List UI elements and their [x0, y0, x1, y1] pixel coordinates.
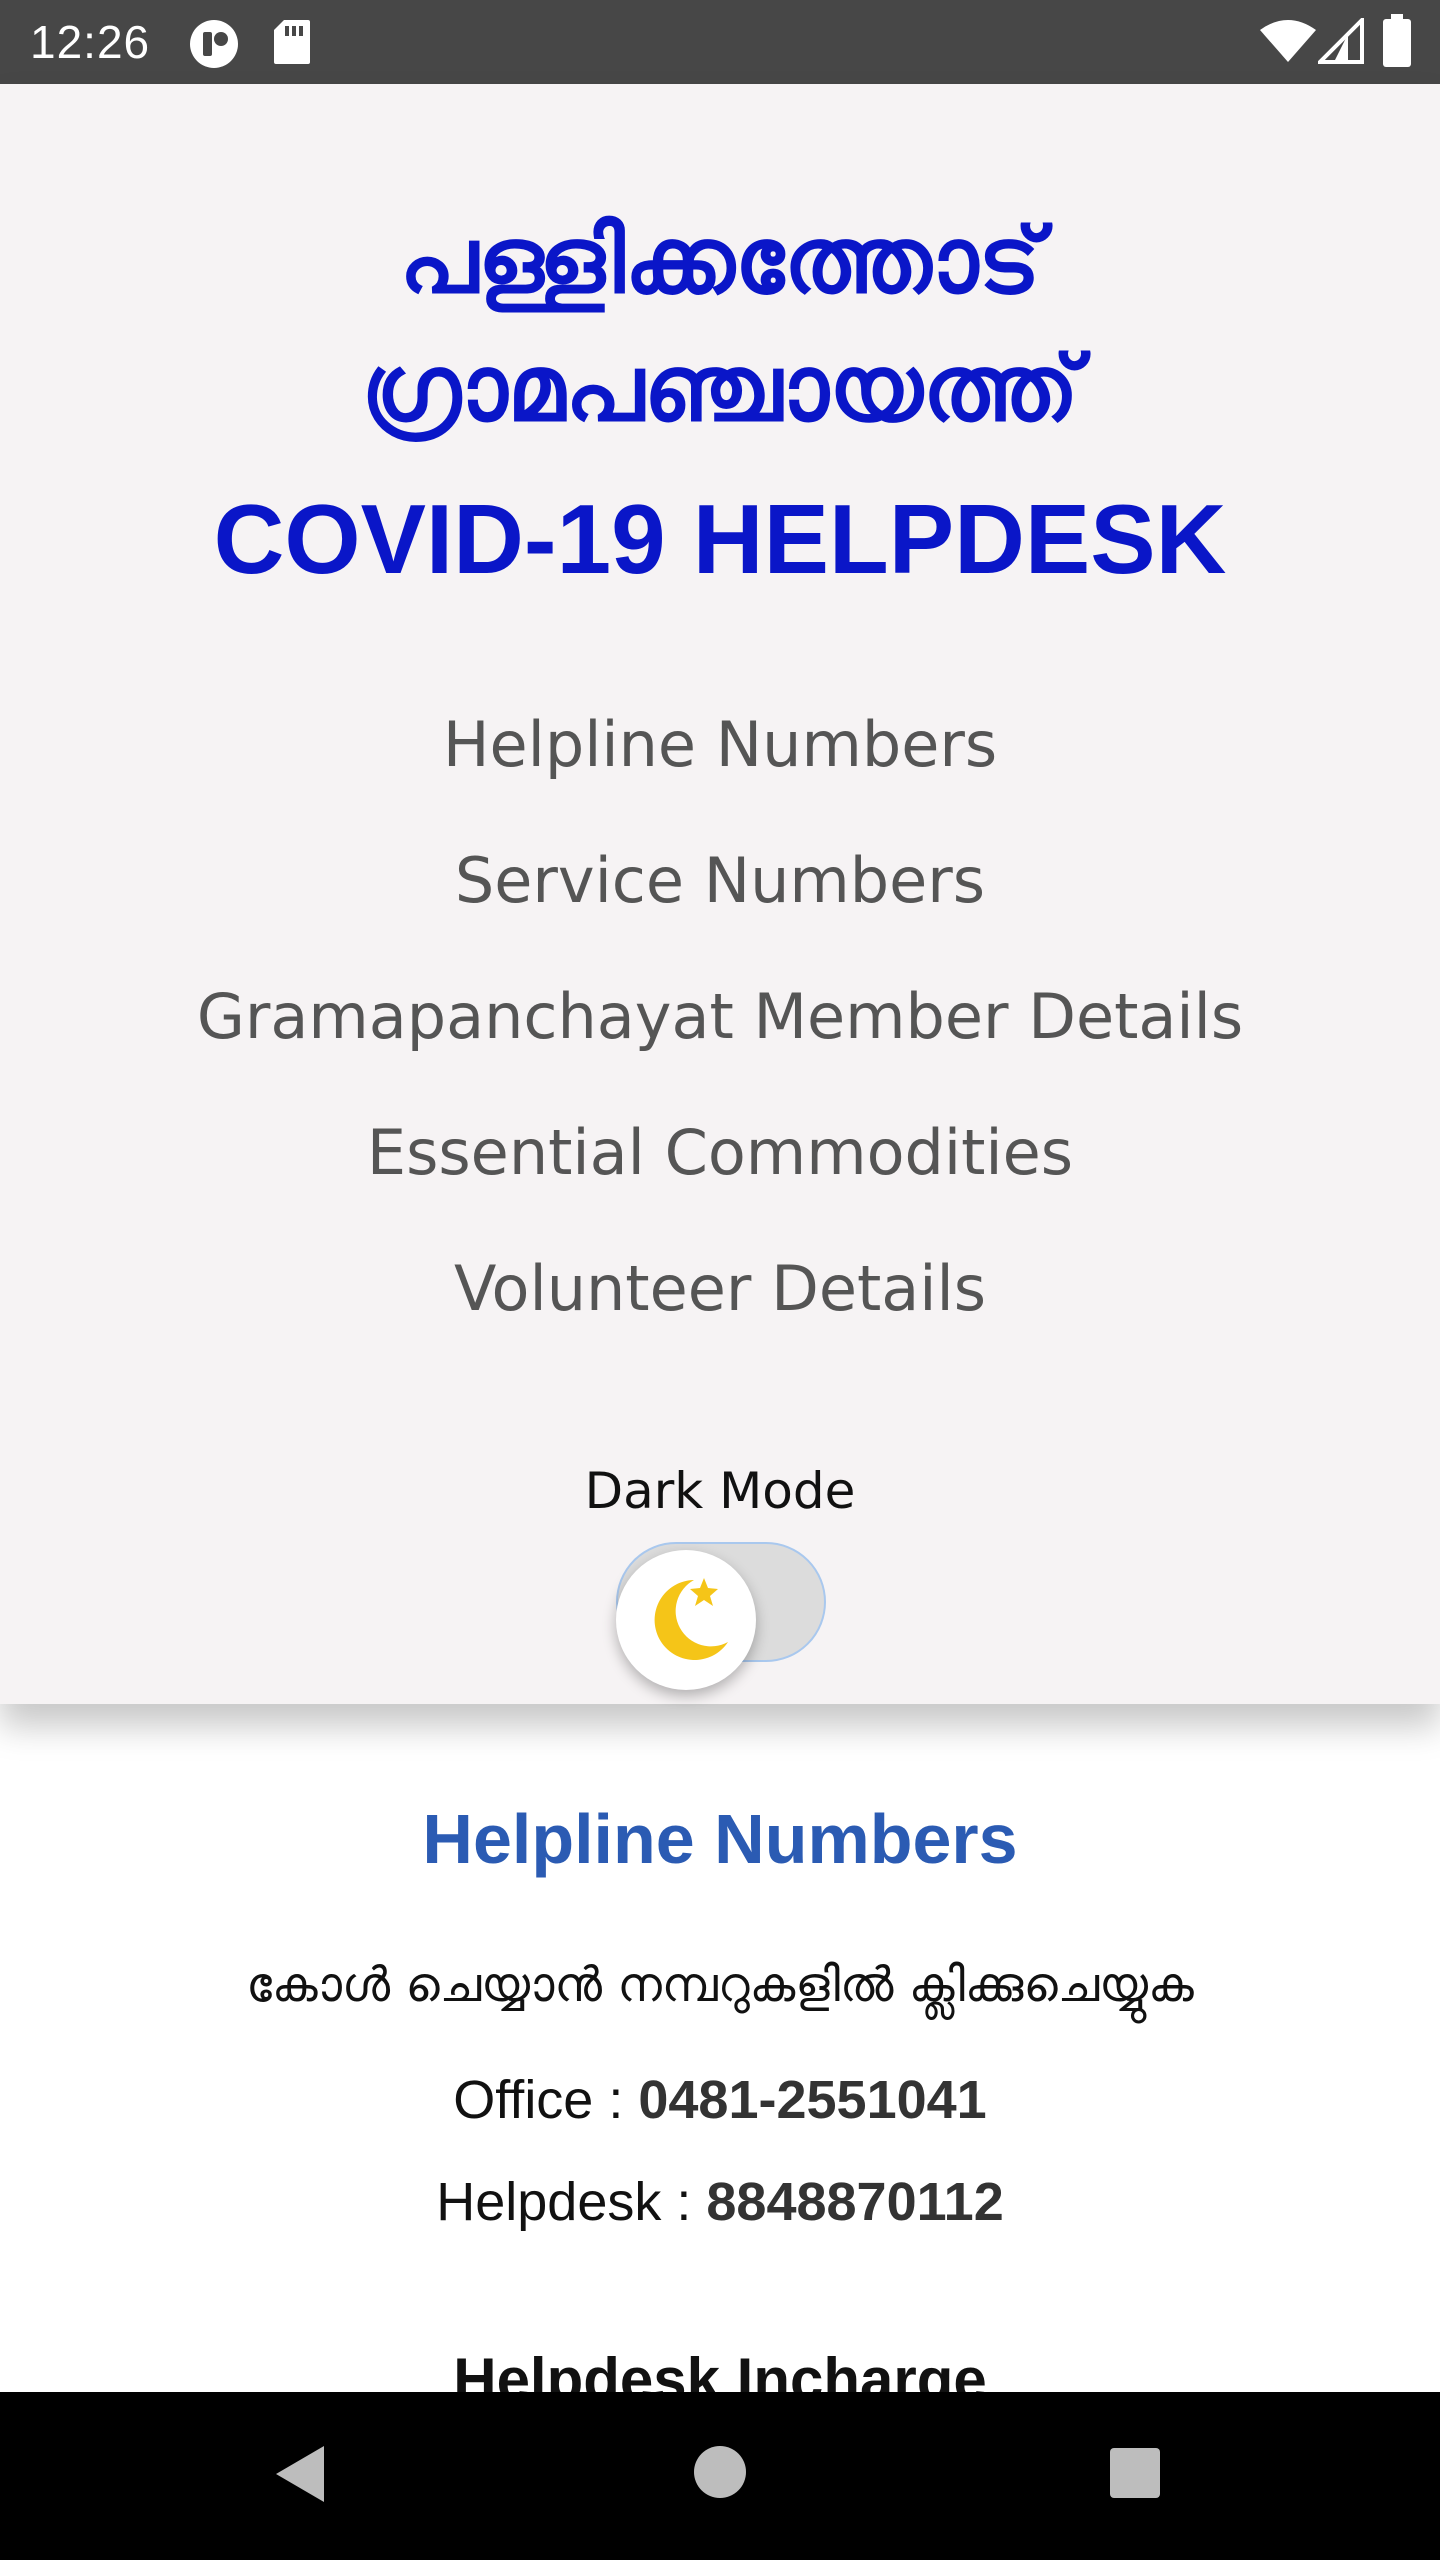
- status-time: 12:26: [30, 16, 151, 68]
- helpline-section: Helpline Numbers കോൾ ചെയ്യാൻ നമ്പറുകളിൽ …: [0, 1704, 1440, 2413]
- app-notification-icon: [190, 20, 238, 68]
- panchayat-title-line1: പള്ളിക്കത്തോട്: [399, 207, 1041, 314]
- helpdesk-label: Helpdesk :: [436, 2172, 707, 2232]
- helpdesk-phone-number[interactable]: 8848870112: [706, 2172, 1003, 2232]
- section-title: Helpline Numbers: [422, 1800, 1018, 1878]
- dark-mode-label: Dark Mode: [584, 1462, 856, 1520]
- panchayat-title-line2: ഗ്രാമപഞ്ചായത്ത്: [361, 335, 1079, 442]
- navigation-bar: [0, 2392, 1440, 2560]
- office-label: Office :: [453, 2070, 639, 2130]
- sd-card-icon: [274, 20, 310, 64]
- cellular-signal-icon: [1318, 18, 1364, 64]
- office-phone-number[interactable]: 0481-2551041: [638, 2070, 986, 2130]
- battery-icon: [1383, 14, 1411, 67]
- moon-star-icon: [654, 1578, 728, 1660]
- back-icon[interactable]: [272, 2442, 328, 2506]
- wifi-icon: [1260, 20, 1316, 62]
- helpdesk-title: COVID-19 HELPDESK: [213, 484, 1227, 594]
- recents-icon[interactable]: [1108, 2446, 1162, 2500]
- menu-item-essential-commodities[interactable]: Essential Commodities: [0, 1108, 1440, 1198]
- header-panel: പള്ളിക്കത്തോട് ഗ്രാമപഞ്ചായത്ത് COVID-19 …: [0, 84, 1440, 1704]
- status-bar: 12:26: [0, 0, 1440, 84]
- menu-item-helpline-numbers[interactable]: Helpline Numbers: [0, 700, 1440, 790]
- menu-item-member-details[interactable]: Gramapanchayat Member Details: [0, 972, 1440, 1062]
- home-icon[interactable]: [692, 2444, 748, 2500]
- dark-mode-toggle-knob[interactable]: [616, 1550, 756, 1690]
- office-phone-row: Office : 0481-2551041: [0, 2062, 1440, 2138]
- menu-item-service-numbers[interactable]: Service Numbers: [0, 836, 1440, 926]
- menu-item-volunteer-details[interactable]: Volunteer Details: [0, 1244, 1440, 1334]
- call-instruction: കോൾ ചെയ്യാൻ നമ്പറുകളിൽ ക്ലിക്കുചെയ്യുക: [246, 1957, 1194, 2013]
- helpdesk-phone-row: Helpdesk : 8848870112: [0, 2164, 1440, 2240]
